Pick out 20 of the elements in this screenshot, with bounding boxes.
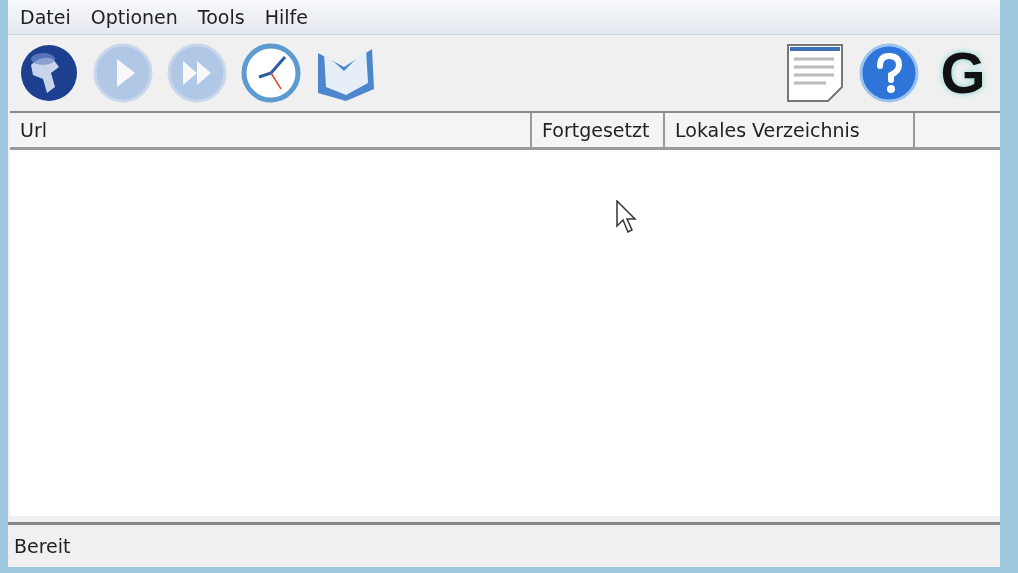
column-header[interactable]: Lokales Verzeichnis [665,113,915,147]
fast-forward-icon [167,43,227,103]
globe-icon [19,43,79,103]
document-icon [786,43,844,103]
column-header[interactable]: Url [10,113,532,147]
menu-item[interactable]: Optionen [82,4,186,30]
toolbar-button[interactable] [858,42,920,104]
help-icon [859,43,919,103]
menu-item[interactable]: Hilfe [256,4,316,30]
menu-item[interactable]: Datei [12,4,79,30]
logo-button[interactable]: G [932,42,994,104]
clock-icon [241,43,301,103]
toolbar-button[interactable] [784,42,846,104]
cursor-icon [616,200,638,234]
toolbar-button[interactable] [18,42,80,104]
toolbar-button[interactable] [240,42,302,104]
play-icon [93,43,153,103]
column-header[interactable]: Fortgesetzt [532,113,665,147]
menu-item[interactable]: Tools [189,4,253,30]
status-text: Bereit [8,522,1000,567]
